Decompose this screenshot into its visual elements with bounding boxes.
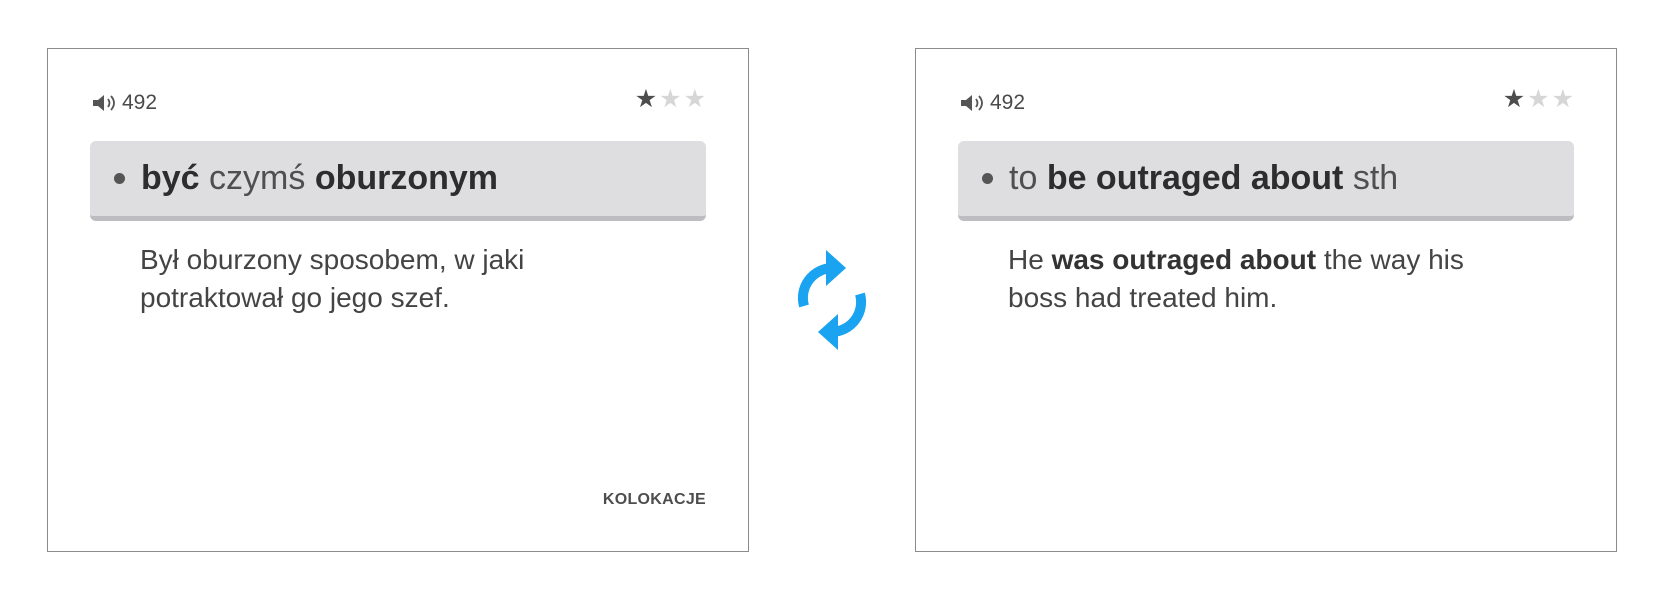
audio-button[interactable]: 492 xyxy=(958,91,1025,115)
audio-count: 492 xyxy=(122,91,158,114)
phrase-filler: czymś xyxy=(209,159,306,197)
star-empty-icon: ★ xyxy=(659,85,682,113)
difficulty-stars: ★ ★ ★ xyxy=(1503,87,1574,112)
phrase-filler: sth xyxy=(1352,159,1399,197)
phrase: być czymś oburzonym xyxy=(141,159,498,198)
bullet-icon xyxy=(114,173,125,184)
phrase-filler: to xyxy=(1009,159,1038,197)
phrase-keyword: być xyxy=(141,159,200,197)
star-filled-icon: ★ xyxy=(1502,85,1526,113)
star-empty-icon: ★ xyxy=(1527,85,1550,113)
star-filled-icon: ★ xyxy=(634,85,658,113)
star-empty-icon: ★ xyxy=(683,85,706,113)
speaker-icon xyxy=(93,95,115,111)
example-sentence: Był oburzony sposobem, w jaki potraktowa… xyxy=(140,244,525,313)
category-tag: KOLOKACJE xyxy=(602,491,706,508)
phrase-bar: być czymś oburzonym xyxy=(90,141,706,221)
example-text: He xyxy=(1008,244,1044,275)
phrase-keyword: be outraged about xyxy=(1046,159,1344,197)
difficulty-stars: ★ ★ ★ xyxy=(635,87,706,112)
example-highlight: was outraged about xyxy=(1051,244,1317,275)
audio-count: 492 xyxy=(990,91,1026,114)
audio-button[interactable]: 492 xyxy=(90,91,157,115)
example-sentence: He was outraged about the way his boss h… xyxy=(1008,241,1478,317)
phrase-keyword: oburzonym xyxy=(314,159,499,197)
phrase-bar: to be outraged about sth xyxy=(958,141,1574,221)
refresh-icon[interactable] xyxy=(790,248,874,352)
star-empty-icon: ★ xyxy=(1551,85,1574,113)
flashcard-front[interactable]: 492 ★ ★ ★ być czymś oburzonym Był oburzo… xyxy=(47,48,749,552)
bullet-icon xyxy=(982,173,993,184)
speaker-icon xyxy=(961,95,983,111)
phrase: to be outraged about sth xyxy=(1009,159,1398,198)
flashcard-back[interactable]: 492 ★ ★ ★ to be outraged about sth He wa… xyxy=(915,48,1617,552)
